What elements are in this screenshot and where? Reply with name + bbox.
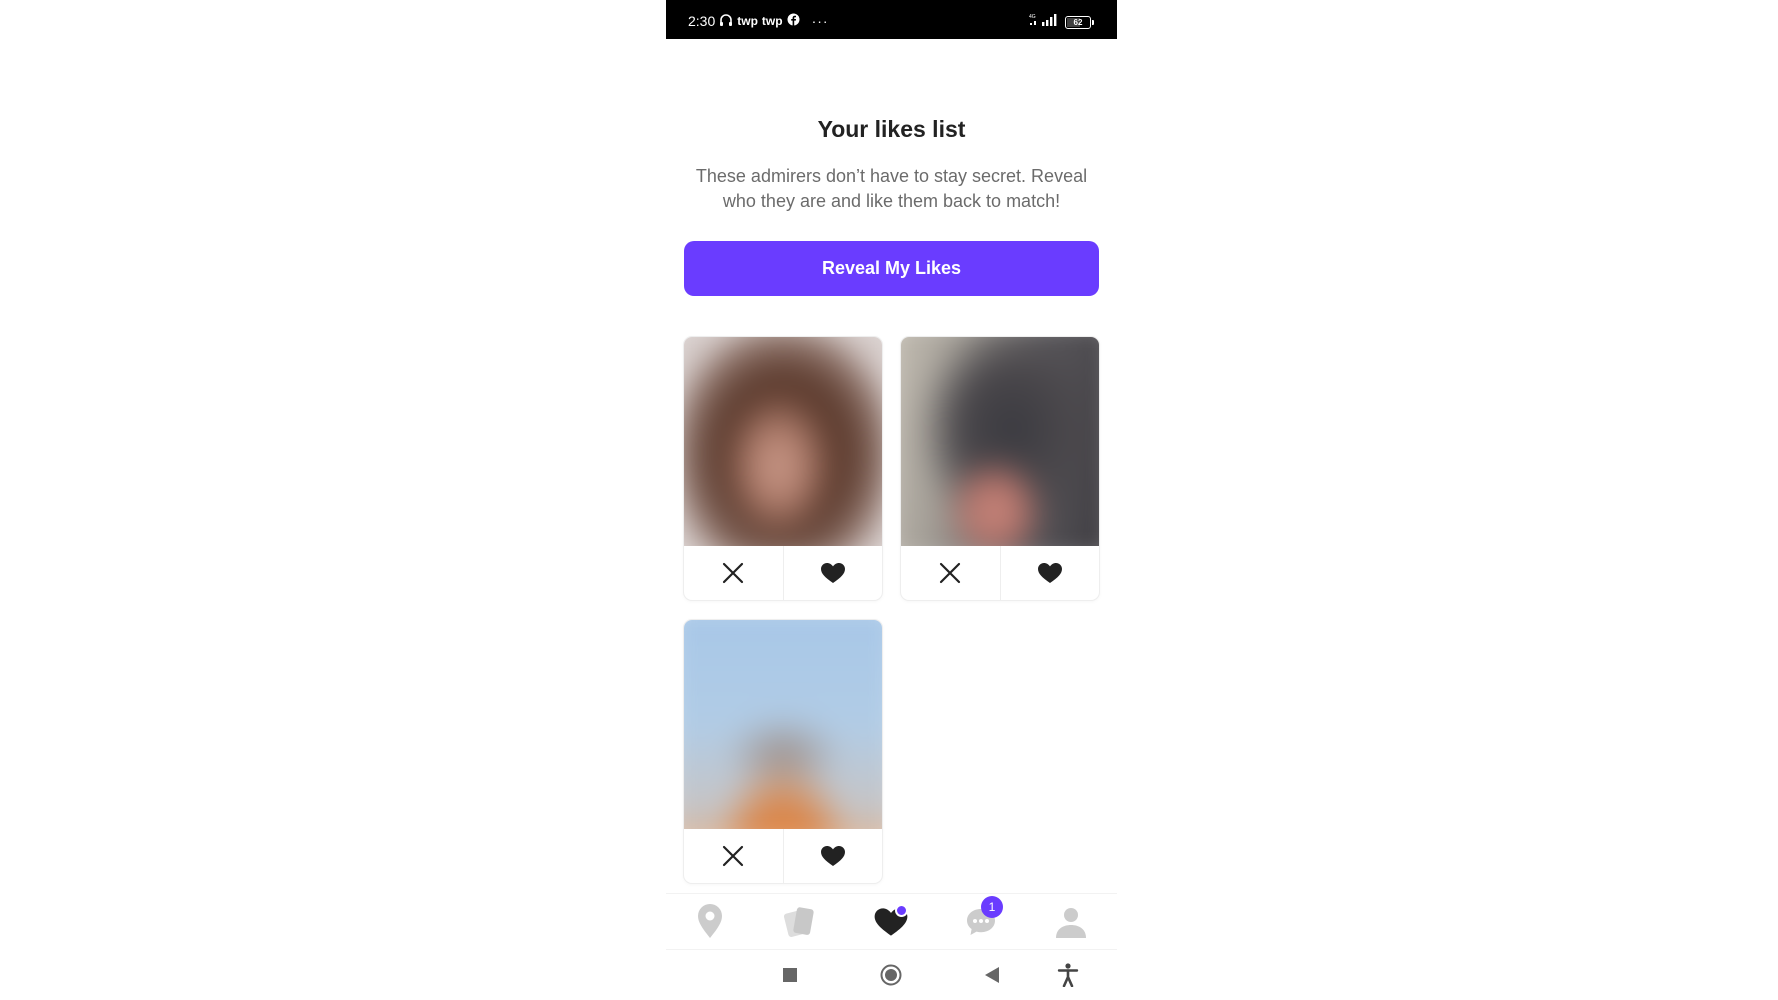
battery-icon: 62 — [1065, 15, 1094, 29]
nav-item-nearby[interactable] — [680, 894, 740, 949]
status-more: ··· — [811, 13, 829, 29]
like-card — [684, 337, 882, 600]
dismiss-button[interactable] — [684, 546, 783, 600]
bottom-nav: 1 — [666, 893, 1117, 950]
page-subtitle: These admirers don’t have to stay secret… — [695, 166, 1088, 211]
twp-icon: twp — [737, 14, 758, 28]
blurred-profile-photo[interactable] — [901, 337, 1099, 546]
svg-text:4G: 4G — [1029, 14, 1036, 20]
accessibility-button[interactable] — [1048, 950, 1088, 1000]
like-card — [901, 337, 1099, 600]
twp-icon: twp — [761, 14, 783, 28]
heart-icon — [820, 846, 845, 866]
reveal-my-likes-button[interactable]: Reveal My Likes — [684, 241, 1099, 296]
home-icon — [880, 964, 902, 986]
nav-item-profile[interactable] — [1041, 894, 1101, 949]
like-back-button[interactable] — [782, 546, 883, 600]
nav-item-likes[interactable] — [861, 894, 921, 949]
system-nav-bar — [666, 950, 1117, 1000]
heart-icon — [1037, 563, 1062, 583]
blurred-profile-photo[interactable] — [684, 620, 882, 829]
close-icon — [723, 845, 744, 867]
card-actions — [684, 829, 882, 883]
dismiss-button[interactable] — [901, 546, 1000, 600]
accessibility-icon — [1057, 963, 1079, 987]
nav-item-chats[interactable]: 1 — [951, 894, 1011, 949]
battery-level-text: 62 — [1073, 17, 1083, 27]
nav-item-encounters[interactable] — [770, 894, 830, 949]
status-bar-right: 4G 62 — [1029, 13, 1094, 32]
status-bar: 2:30 twp twp ··· 4G 62 — [666, 0, 1117, 39]
unread-count-badge: 1 — [981, 896, 1003, 918]
cards-icon — [783, 906, 814, 937]
page-title: Your likes list — [817, 116, 966, 142]
phone-screen: 2:30 twp twp ··· 4G 62 Your likes list T… — [666, 0, 1117, 1000]
like-back-button[interactable] — [782, 829, 883, 883]
notification-dot — [895, 904, 908, 917]
back-icon — [985, 967, 999, 983]
close-icon — [940, 562, 961, 584]
headset-icon — [719, 13, 733, 30]
facebook-icon — [787, 13, 800, 29]
back-button[interactable] — [972, 950, 1012, 1000]
recents-icon — [783, 968, 797, 982]
location-pin-icon — [698, 903, 722, 938]
like-back-button[interactable] — [999, 546, 1100, 600]
blurred-profile-photo[interactable] — [684, 337, 882, 546]
status-time: 2:30 — [688, 13, 716, 29]
card-actions — [901, 546, 1099, 600]
signal-icon: 4G — [1029, 13, 1059, 32]
recents-button[interactable] — [770, 950, 810, 1000]
dismiss-button[interactable] — [684, 829, 783, 883]
profile-icon — [1056, 907, 1086, 938]
close-icon — [723, 562, 744, 584]
heart-icon — [820, 563, 845, 583]
like-card — [684, 620, 882, 883]
status-bar-left: 2:30 twp twp ··· — [688, 13, 829, 29]
home-button[interactable] — [871, 950, 911, 1000]
card-actions — [684, 546, 882, 600]
